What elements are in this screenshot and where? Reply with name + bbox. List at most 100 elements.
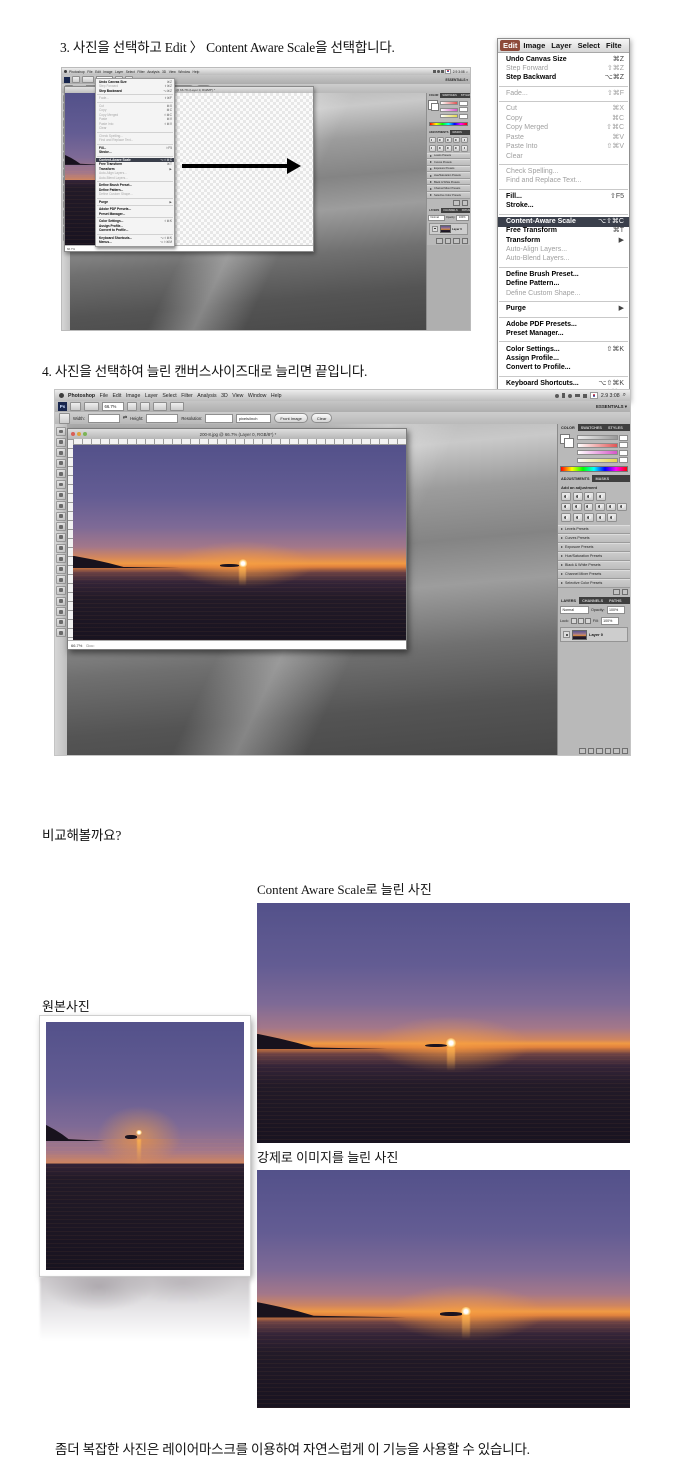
ps-menu-file[interactable]: File	[87, 70, 92, 74]
menu-item-menus[interactable]: Menus...⌥⇧⌘M	[96, 240, 174, 244]
ps-menu-view[interactable]: View	[169, 70, 176, 74]
panel-footer-icon[interactable]	[462, 238, 469, 245]
tool-icon[interactable]	[56, 501, 66, 510]
trash-icon[interactable]	[622, 748, 629, 755]
zoom-readout[interactable]: 66.7%	[71, 643, 82, 648]
ps-menu-image[interactable]: Image	[103, 70, 112, 74]
tab-styles[interactable]: STYLES	[459, 93, 473, 98]
panel-footer-icon[interactable]	[462, 200, 469, 207]
ps-menu-analysis[interactable]: Analysis	[197, 393, 216, 399]
tab-swatches[interactable]: SWATCHES	[440, 93, 459, 98]
ps-menu-layer[interactable]: Layer	[145, 393, 158, 399]
arrange-documents-button[interactable]	[153, 402, 167, 411]
adjustment-icon[interactable]	[561, 503, 571, 512]
menu-item-stroke[interactable]: Stroke...	[96, 150, 174, 154]
preset-levels-presets[interactable]: Levels Presets	[558, 525, 630, 534]
status-icon[interactable]	[441, 70, 444, 73]
menu-layer[interactable]: Layer	[548, 40, 574, 51]
adjustment-icon[interactable]	[572, 503, 582, 512]
layer-visibility-eye-icon[interactable]	[432, 226, 438, 232]
preset-selective-color-presets[interactable]: Selective Color Presets	[427, 192, 470, 199]
disclosure-triangle-icon[interactable]	[561, 528, 563, 530]
preset-channel-mixer-presets[interactable]: Channel Mixer Presets	[558, 570, 630, 579]
resolution-unit-select[interactable]: pixels/inch	[236, 414, 271, 423]
tool-preset-icon[interactable]	[59, 413, 70, 424]
tab-color[interactable]: COLOR	[427, 93, 440, 98]
menu-item-step-backward[interactable]: Step Backward⌥⌘Z	[498, 74, 629, 83]
tab-layers[interactable]: LAYERS	[427, 208, 441, 213]
adjustment-icon[interactable]	[561, 492, 571, 501]
layer-row[interactable]: Layer 0	[560, 627, 628, 642]
menu-item-undo-canvas-size[interactable]: Undo Canvas Size⌘Z	[498, 55, 629, 64]
bridge-button[interactable]	[70, 402, 81, 411]
layer-thumbnail[interactable]	[440, 225, 451, 233]
tab-adjustments[interactable]: ADJUSTMENTS	[427, 130, 450, 135]
panel-footer-icon[interactable]	[613, 589, 620, 596]
preset-levels-presets[interactable]: Levels Presets	[427, 153, 470, 160]
ps-menu-edit[interactable]: Edit	[112, 393, 121, 399]
color-slider[interactable]	[577, 458, 618, 463]
menu-item-adobe-pdf-presets[interactable]: Adobe PDF Presets...	[498, 320, 629, 329]
disclosure-triangle-icon[interactable]	[561, 582, 563, 584]
menu-image[interactable]: Image	[520, 40, 548, 51]
ps-menu-image[interactable]: Image	[126, 393, 140, 399]
tool-icon[interactable]	[56, 480, 66, 489]
panel-footer-icon[interactable]	[605, 748, 612, 755]
adjustment-icon[interactable]	[437, 145, 444, 152]
tab-masks[interactable]: MASKS	[592, 475, 612, 482]
tool-icon[interactable]	[56, 618, 66, 627]
adjustment-icon[interactable]	[573, 513, 583, 522]
adjustment-icon[interactable]	[595, 503, 605, 512]
adjustment-icon[interactable]	[606, 503, 616, 512]
workspace-switcher[interactable]: ESSENTIALS ▾	[446, 78, 469, 82]
tool-icon[interactable]	[56, 607, 66, 616]
disclosure-triangle-icon[interactable]	[430, 181, 432, 183]
disclosure-triangle-icon[interactable]	[430, 155, 432, 157]
ps-menu-window[interactable]: Window	[248, 393, 266, 399]
tool-icon[interactable]	[56, 628, 66, 637]
tool-icon[interactable]	[56, 565, 66, 574]
menu-item-fill[interactable]: Fill...⇧F5	[498, 192, 629, 201]
tab-styles[interactable]: STYLES	[605, 424, 626, 431]
ps-menu-file[interactable]: File	[100, 393, 108, 399]
panel-footer-icon[interactable]	[579, 748, 586, 755]
preset-black-white-presets[interactable]: Black & White Presets	[427, 179, 470, 186]
ps-menu-select[interactable]: Select	[126, 70, 135, 74]
color-slider[interactable]	[440, 101, 458, 105]
layer-visibility-eye-icon[interactable]	[563, 631, 570, 638]
spotlight-icon[interactable]: ⌕	[623, 392, 626, 399]
tool-icon[interactable]	[56, 469, 66, 478]
tab-channels[interactable]: CHANNELS	[441, 208, 459, 213]
menu-item-assign-profile[interactable]: Assign Profile...	[498, 354, 629, 363]
ps-menu-help[interactable]: Help	[193, 70, 200, 74]
adjustment-icon[interactable]	[429, 137, 436, 144]
status-icon[interactable]	[437, 70, 440, 73]
opacity-value[interactable]: 100%	[456, 215, 469, 221]
zoom-level-field[interactable]: 66.7%	[102, 402, 124, 411]
menu-item-define-brush-preset[interactable]: Define Brush Preset...	[498, 270, 629, 279]
preset-hue-saturation-presets[interactable]: Hue/Saturation Presets	[427, 172, 470, 179]
workspace-switcher[interactable]: ESSENTIALS ▾	[596, 404, 627, 410]
color-ramp[interactable]	[429, 122, 468, 127]
preset-selective-color-presets[interactable]: Selective Color Presets	[558, 579, 630, 588]
ps-menu-layer[interactable]: Layer	[115, 70, 123, 74]
panel-footer-icon[interactable]	[596, 748, 603, 755]
menu-item-keyboard-shortcuts[interactable]: Keyboard Shortcuts...⌥⇧⌘K	[498, 379, 629, 388]
adjustment-icon[interactable]	[607, 513, 617, 522]
volume-icon[interactable]	[583, 394, 587, 398]
tool-icon[interactable]	[56, 512, 66, 521]
ps-menu-select[interactable]: Select	[162, 393, 176, 399]
disclosure-triangle-icon[interactable]	[561, 537, 563, 539]
adjustment-icon[interactable]	[461, 137, 468, 144]
fill-value[interactable]: 100%	[601, 617, 619, 625]
lock-buttons[interactable]	[571, 618, 591, 624]
preset-curves-presets[interactable]: Curves Presets	[427, 159, 470, 166]
status-icon[interactable]	[562, 393, 565, 398]
app-bar-button[interactable]	[72, 76, 80, 83]
preset-curves-presets[interactable]: Curves Presets	[558, 534, 630, 543]
resolution-input[interactable]	[205, 414, 233, 423]
adjustment-icon[interactable]	[453, 145, 460, 152]
adjustment-icon[interactable]	[596, 513, 606, 522]
adjustment-icon[interactable]	[584, 492, 594, 501]
adjustment-icon[interactable]	[445, 137, 452, 144]
